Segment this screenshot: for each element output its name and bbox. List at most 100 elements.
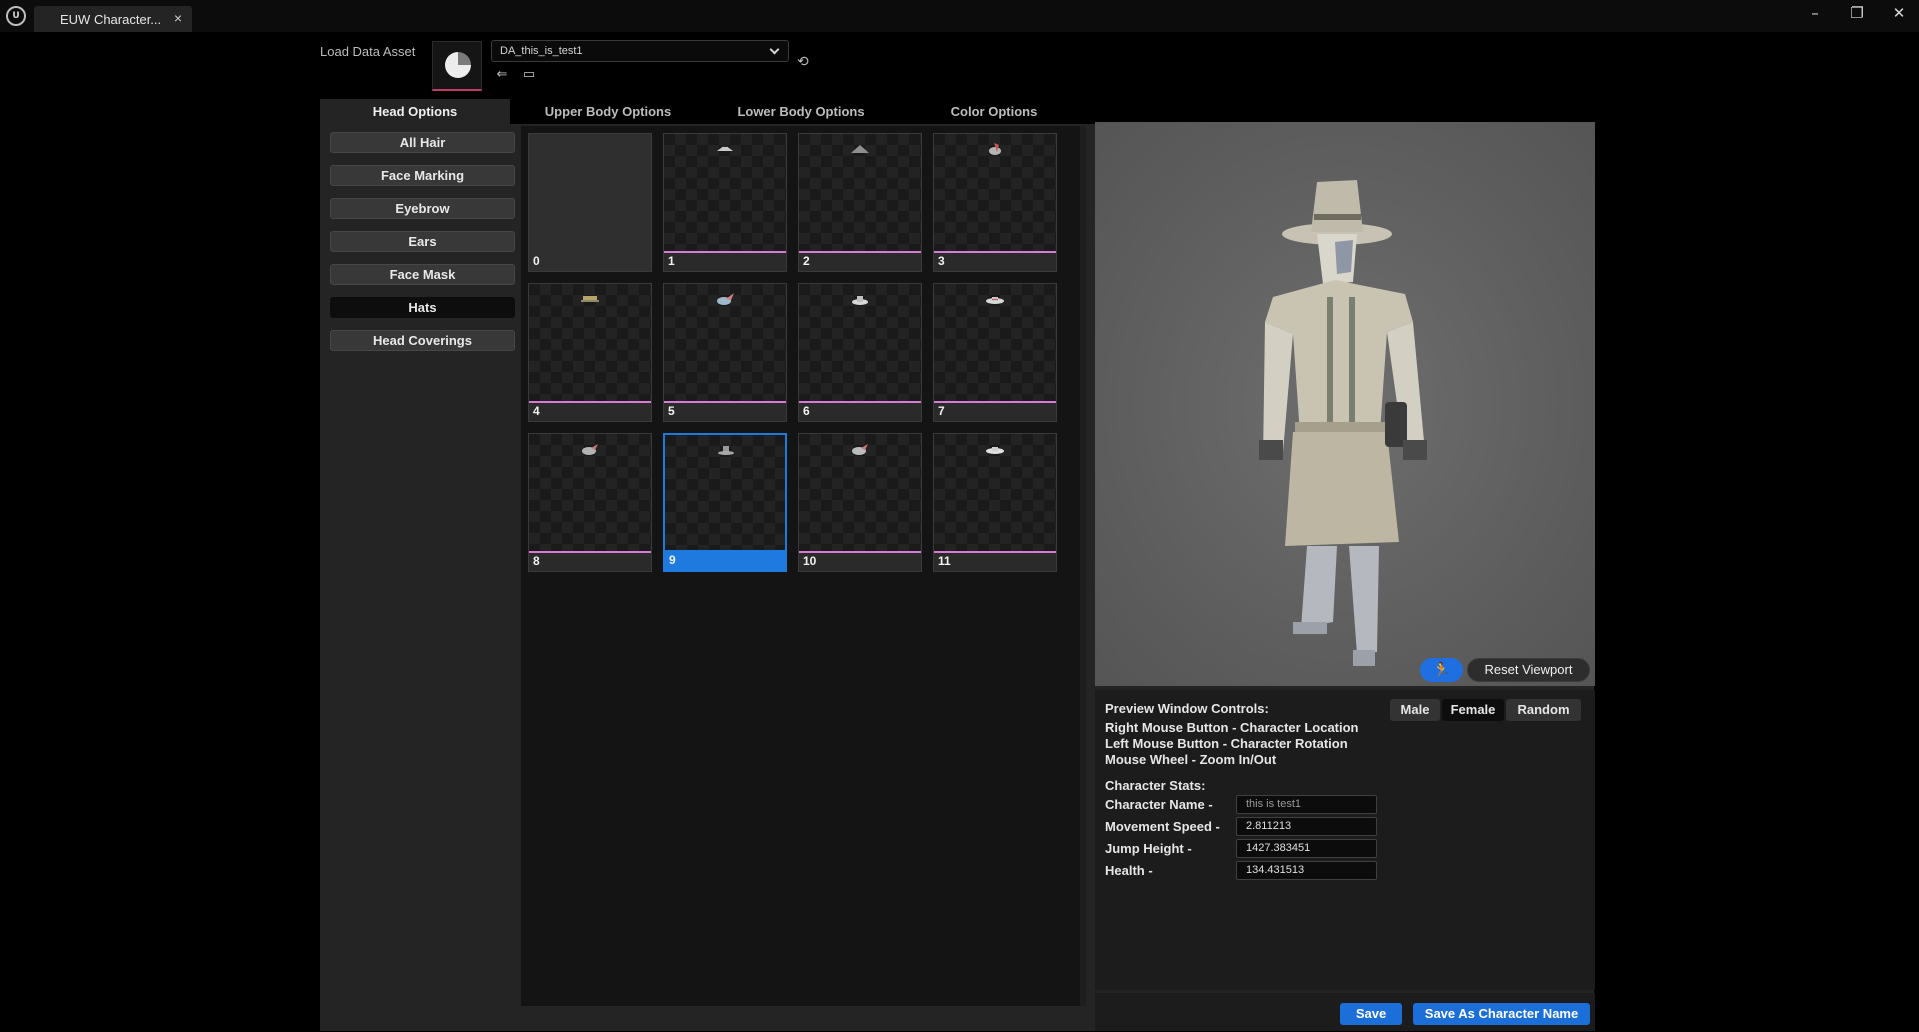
controls-title: Preview Window Controls:: [1105, 701, 1269, 716]
hat-thumbnail-icon: [852, 444, 868, 455]
running-person-icon[interactable]: 🏃: [1420, 658, 1463, 682]
character-preview-viewport[interactable]: [1095, 122, 1595, 686]
sidebar-item-head-coverings[interactable]: Head Coverings: [330, 330, 515, 351]
character-model: [1259, 180, 1427, 666]
hat-tile-11[interactable]: 11: [933, 433, 1057, 572]
asset-picker-value: DA_this_is_test1: [500, 45, 583, 57]
restore-icon[interactable]: ❐: [1843, 2, 1871, 24]
movement-speed-field[interactable]: 2.811213: [1236, 817, 1377, 836]
save-button[interactable]: Save: [1340, 1003, 1402, 1025]
hat-thumbnail-icon: [581, 296, 599, 302]
tile-footer: 1: [664, 251, 786, 271]
hat-tile-1[interactable]: 1: [663, 133, 787, 272]
tile-index: 6: [803, 404, 810, 418]
hat-tile-3[interactable]: 3: [933, 133, 1057, 272]
hat-thumbnail-icon: [852, 296, 868, 305]
reset-to-default-icon[interactable]: ⟲: [797, 54, 809, 70]
tile-footer: 10: [799, 551, 921, 571]
tile-footer: 7: [934, 401, 1056, 421]
hat-tile-8[interactable]: 8: [528, 433, 652, 572]
hat-tile-10[interactable]: 10: [798, 433, 922, 572]
tile-index: 5: [668, 404, 675, 418]
sidebar-item-ears[interactable]: Ears: [330, 231, 515, 252]
use-selected-asset-icon[interactable]: ⇐: [494, 67, 510, 83]
controls-line-right-mouse: Right Mouse Button - Character Location: [1105, 720, 1359, 735]
hat-tile-7[interactable]: 7: [933, 283, 1057, 422]
sidebar-item-face-marking[interactable]: Face Marking: [330, 165, 515, 186]
tile-index: 2: [803, 254, 810, 268]
hat-tile-5[interactable]: 5: [663, 283, 787, 422]
hat-tile-4[interactable]: 4: [528, 283, 652, 422]
tile-footer: 5: [664, 401, 786, 421]
grid-scrollbar[interactable]: [1080, 126, 1086, 1006]
data-asset-icon: [445, 52, 471, 78]
browse-to-asset-icon[interactable]: ▭: [521, 67, 537, 83]
tile-footer: 6: [799, 401, 921, 421]
sidebar-item-face-mask[interactable]: Face Mask: [330, 264, 515, 285]
character-name-label: Character Name -: [1105, 797, 1213, 812]
tile-footer: 11: [934, 551, 1056, 571]
document-tab[interactable]: EUW Character... ×: [34, 6, 192, 32]
hat-thumbnail-icon: [717, 293, 734, 305]
tile-index: 10: [803, 554, 817, 568]
close-window-icon[interactable]: ✕: [1885, 2, 1913, 24]
tab-color-options[interactable]: Color Options: [899, 99, 1089, 124]
health-label: Health -: [1105, 863, 1153, 878]
title-bar: [0, 0, 1919, 32]
hat-thumbnail-icon: [718, 446, 734, 455]
hat-tile-9[interactable]: 9: [663, 433, 787, 572]
male-button[interactable]: Male: [1390, 699, 1440, 721]
tab-lower-body-options[interactable]: Lower Body Options: [706, 99, 896, 124]
options-tab-bar: Head Options Upper Body Options Lower Bo…: [320, 99, 1372, 124]
tile-index: 4: [533, 404, 540, 418]
close-tab-icon[interactable]: ×: [174, 10, 182, 26]
hat-thumbnail-icon: [989, 143, 1001, 155]
document-tab-label: EUW Character...: [60, 12, 162, 27]
hat-thumbnail-icon: [717, 143, 733, 151]
tile-index: 0: [533, 254, 540, 268]
hat-thumbnail-icon: [986, 297, 1004, 304]
hat-thumbnail-icon: [851, 145, 869, 153]
tile-index: 9: [669, 553, 676, 567]
tile-footer: 8: [529, 551, 651, 571]
controls-line-left-mouse: Left Mouse Button - Character Rotation: [1105, 736, 1348, 751]
movement-speed-label: Movement Speed -: [1105, 819, 1220, 834]
hat-tile-0[interactable]: 0: [528, 133, 652, 272]
jump-height-label: Jump Height -: [1105, 841, 1192, 856]
health-field[interactable]: 134.431513: [1236, 861, 1377, 880]
tab-head-options[interactable]: Head Options: [320, 99, 510, 124]
asset-thumbnail[interactable]: [432, 41, 482, 91]
tile-index: 11: [938, 554, 951, 568]
save-as-character-name-button[interactable]: Save As Character Name: [1413, 1003, 1590, 1025]
load-data-asset-label: Load Data Asset: [320, 44, 416, 59]
sidebar-item-all-hair[interactable]: All Hair: [330, 132, 515, 153]
sidebar-item-eyebrow[interactable]: Eyebrow: [330, 198, 515, 219]
tab-upper-body-options[interactable]: Upper Body Options: [513, 99, 703, 124]
hat-thumbnail-icon: [986, 447, 1004, 454]
hat-grid: 0 1 2 3 4 5 6 7 8 9 10 11: [521, 126, 1081, 1006]
tile-index: 3: [938, 254, 945, 268]
jump-height-field[interactable]: 1427.383451: [1236, 839, 1377, 858]
character-name-field[interactable]: this is test1: [1236, 795, 1377, 814]
tile-index: 8: [533, 554, 540, 568]
tile-footer: 2: [799, 251, 921, 271]
unreal-logo-icon: U: [6, 6, 26, 26]
tile-footer: 0: [529, 251, 651, 271]
tile-footer: 3: [934, 251, 1056, 271]
female-button[interactable]: Female: [1442, 699, 1504, 721]
asset-picker-dropdown[interactable]: DA_this_is_test1: [491, 40, 789, 62]
sidebar-item-hats[interactable]: Hats: [330, 297, 515, 318]
tile-index: 1: [668, 254, 675, 268]
minimize-icon[interactable]: –: [1801, 2, 1829, 24]
character-stats-title: Character Stats:: [1105, 778, 1206, 793]
tile-footer: 9: [665, 550, 785, 570]
controls-line-mouse-wheel: Mouse Wheel - Zoom In/Out: [1105, 752, 1277, 767]
tile-footer: 4: [529, 401, 651, 421]
random-button[interactable]: Random: [1506, 699, 1581, 721]
tile-index: 7: [938, 404, 945, 418]
chevron-down-icon: [769, 44, 780, 55]
reset-viewport-button[interactable]: Reset Viewport: [1467, 658, 1590, 682]
hat-thumbnail-icon: [582, 444, 598, 455]
hat-tile-2[interactable]: 2: [798, 133, 922, 272]
hat-tile-6[interactable]: 6: [798, 283, 922, 422]
